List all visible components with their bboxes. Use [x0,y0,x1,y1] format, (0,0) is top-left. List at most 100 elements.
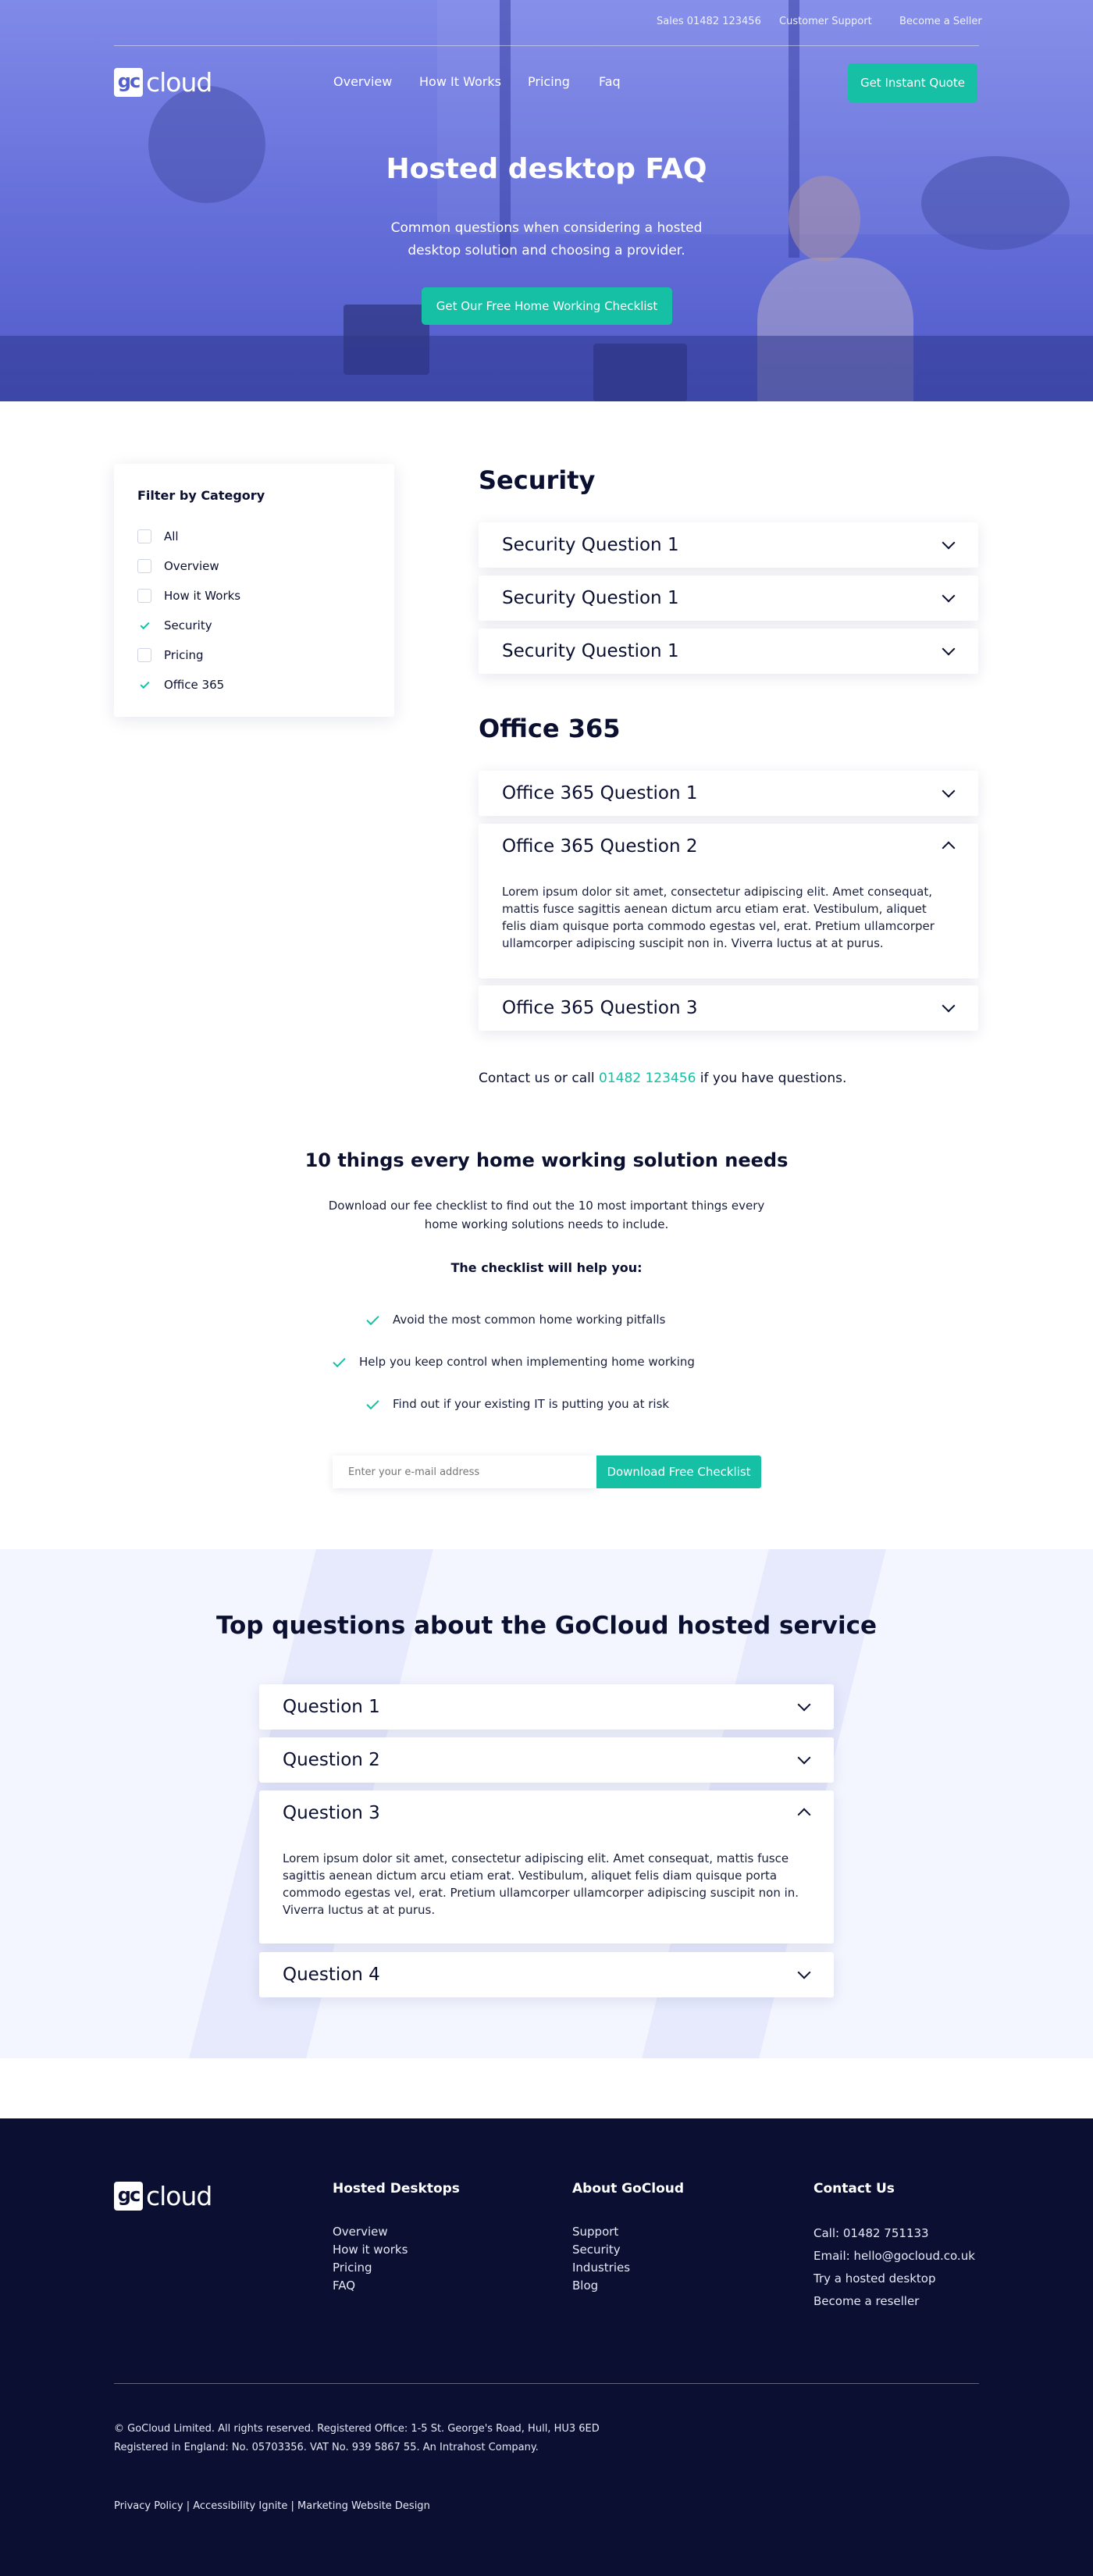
get-instant-quote-button[interactable]: Get Instant Quote [848,63,977,102]
footer-logo[interactable]: gc cloud [114,2181,212,2211]
footer-email-link[interactable]: Email: hello@gocloud.co.uk [814,2249,975,2263]
footer-link[interactable]: Support [572,2225,618,2239]
filter-checkbox[interactable] [137,589,151,603]
faq-item-office-1[interactable]: Office 365 Question 1 [479,771,978,816]
footer-legal-line: © GoCloud Limited. All rights reserved. … [114,2423,600,2435]
filter-option-pricing[interactable]: Pricing [137,647,204,664]
checklist-item: Find out if your existing IT is putting … [366,1396,670,1411]
footer-legal-line: Registered in England: No. 05703356. VAT… [114,2442,539,2453]
footer-link[interactable]: Blog [572,2278,598,2293]
footer-link[interactable]: Try a hosted desktop [814,2271,935,2286]
filter-option-overview[interactable]: Overview [137,558,219,575]
footer-link[interactable]: Become a reseller [814,2294,919,2308]
contact-line: Contact us or call 01482 123456 if you h… [479,1071,846,1086]
security-heading: Security [479,465,596,495]
footer-link[interactable]: Pricing [333,2261,372,2275]
checklist-item-label: Help you keep control when implementing … [359,1355,695,1369]
contact-phone-link[interactable]: 01482 123456 [599,1071,696,1086]
faq-question: Security Question 1 [502,641,679,661]
chevron-down-icon[interactable] [797,1698,811,1712]
checkmark-icon [333,1354,346,1367]
footer-link[interactable]: Security [572,2243,621,2257]
chevron-down-icon[interactable] [942,536,956,550]
footer-divider [114,2383,979,2384]
hero-overlay [0,0,1093,401]
chevron-down-icon[interactable] [942,589,956,603]
chevron-down-icon[interactable] [942,642,956,656]
filter-checkbox-checked[interactable] [137,618,151,632]
brand-logo[interactable]: gc cloud [114,67,212,98]
chevron-down-icon[interactable] [797,1965,811,1979]
checkmark-icon [366,1396,379,1409]
filter-option-label: Pricing [164,648,204,662]
footer-link[interactable]: FAQ [333,2278,355,2293]
filter-option-label: All [164,529,179,543]
faq-item-question-1[interactable]: Question 1 [259,1684,834,1730]
footer-heading-about: About GoCloud [572,2181,685,2197]
footer-link[interactable]: Industries [572,2261,630,2275]
faq-question: Question 4 [283,1965,380,1985]
filter-card: Filter by Category All Overview How it W… [114,464,394,717]
filter-title: Filter by Category [137,488,265,503]
faq-item-question-3-expanded[interactable]: Question 3 Lorem ipsum dolor sit amet, c… [259,1790,834,1944]
faq-answer: Lorem ipsum dolor sit amet, consectetur … [283,1851,799,1917]
faq-item-question-2[interactable]: Question 2 [259,1737,834,1783]
hero-banner [0,0,1093,401]
footer-link[interactable]: Overview [333,2225,388,2239]
faq-question: Question 2 [283,1750,380,1770]
logo-word: cloud [146,67,212,98]
checklist-item-label: Avoid the most common home working pitfa… [393,1313,666,1327]
nav-how-it-works[interactable]: How It Works [419,74,501,89]
faq-item-security-3[interactable]: Security Question 1 [479,629,978,674]
nav-faq[interactable]: Faq [599,74,621,89]
contact-suffix: if you have questions. [696,1071,847,1086]
checklist-item: Avoid the most common home working pitfa… [366,1312,666,1327]
filter-checkbox[interactable] [137,559,151,573]
faq-question: Office 365 Question 2 [502,836,698,857]
filter-option-office-365[interactable]: Office 365 [137,676,224,693]
contact-prefix: Contact us or call [479,1071,599,1086]
filter-option-label: Overview [164,559,219,573]
checkmark-icon [139,679,150,689]
footer-heading-hosted: Hosted Desktops [333,2181,460,2197]
faq-item-security-2[interactable]: Security Question 1 [479,575,978,621]
filter-option-security[interactable]: Security [137,617,212,634]
checklist-item: Help you keep control when implementing … [333,1354,695,1369]
logo-mark: gc [114,68,143,97]
checklist-item-label: Find out if your existing IT is putting … [393,1397,670,1411]
topbar-divider [114,45,979,46]
topbar-support-link[interactable]: Customer Support [779,16,872,27]
faq-item-security-1[interactable]: Security Question 1 [479,522,978,568]
chevron-down-icon[interactable] [797,1751,811,1765]
filter-option-how-it-works[interactable]: How it Works [137,587,240,604]
checklist-body: Download our fee checklist to find out t… [328,1199,765,1231]
filter-checkbox[interactable] [137,529,151,543]
chevron-up-icon[interactable] [797,1808,811,1822]
filter-checkbox[interactable] [137,648,151,662]
faq-question: Security Question 1 [502,535,679,555]
chevron-down-icon[interactable] [942,999,956,1013]
nav-pricing[interactable]: Pricing [528,74,570,89]
free-checklist-button[interactable]: Get Our Free Home Working Checklist [422,287,672,325]
filter-option-all[interactable]: All [137,528,179,545]
topbar-seller-link[interactable]: Become a Seller [899,16,982,27]
download-checklist-button[interactable]: Download Free Checklist [596,1455,761,1488]
nav-overview[interactable]: Overview [333,74,392,89]
checkmark-icon [139,619,150,629]
topbar-sales-link[interactable]: Sales 01482 123456 [657,16,761,27]
footer-link[interactable]: How it works [333,2243,408,2257]
filter-option-label: How it Works [164,589,241,603]
faq-item-office-3[interactable]: Office 365 Question 3 [479,985,978,1031]
checklist-title: 10 things every home working solution ne… [304,1149,789,1171]
footer-bottom-links[interactable]: Privacy Policy | Accessibility Ignite | … [114,2500,430,2512]
checkmark-icon [366,1312,379,1325]
faq-item-office-2-expanded[interactable]: Office 365 Question 2 Lorem ipsum dolor … [479,824,978,978]
footer-phone-link[interactable]: Call: 01482 751133 [814,2226,929,2240]
filter-checkbox-checked[interactable] [137,678,151,692]
faq-item-question-4[interactable]: Question 4 [259,1952,834,1997]
email-input[interactable] [333,1455,596,1488]
footer-heading-contact: Contact Us [814,2181,895,2197]
chevron-down-icon[interactable] [942,784,956,798]
office-365-heading: Office 365 [479,714,621,743]
chevron-up-icon[interactable] [942,841,956,855]
